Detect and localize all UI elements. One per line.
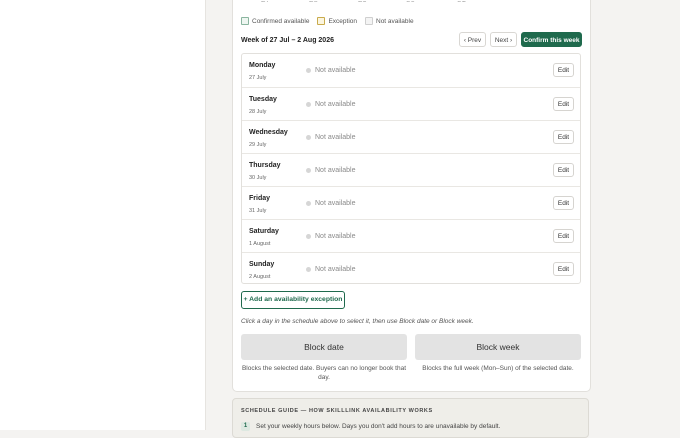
day-name: Saturday bbox=[249, 228, 279, 235]
pane-divider bbox=[205, 0, 206, 430]
day-date: 28 July bbox=[249, 109, 267, 115]
status-dot-icon bbox=[306, 102, 311, 107]
status-dot-icon bbox=[306, 267, 311, 272]
day-status: Not available bbox=[306, 233, 355, 240]
block-date-button[interactable]: Block date bbox=[241, 334, 407, 360]
calendar-day[interactable]: 29 bbox=[358, 1, 367, 4]
legend-label: Not available bbox=[376, 17, 414, 25]
day-date: 27 July bbox=[249, 75, 267, 81]
day-date: 2 August bbox=[249, 274, 271, 280]
next-week-button[interactable]: Next › bbox=[490, 32, 517, 47]
add-exception-button[interactable]: + Add an availability exception bbox=[241, 291, 345, 309]
confirm-week-button[interactable]: Confirm this week bbox=[521, 32, 582, 47]
day-row-sunday[interactable]: Sunday 2 August Not available Edit bbox=[242, 252, 580, 285]
status-dot-icon bbox=[306, 201, 311, 206]
day-status: Not available bbox=[306, 200, 355, 207]
availability-card: 27 28 29 30 31 Confirmed available Excep… bbox=[232, 0, 591, 392]
day-row-friday[interactable]: Friday 31 July Not available Edit bbox=[242, 186, 580, 219]
step-text: Set your weekly hours below. Days you do… bbox=[256, 423, 501, 430]
legend-label: Confirmed available bbox=[252, 17, 310, 25]
day-status: Not available bbox=[306, 67, 355, 74]
edit-day-button[interactable]: Edit bbox=[553, 229, 574, 243]
confirmed-swatch-icon bbox=[241, 17, 249, 25]
day-name: Monday bbox=[249, 62, 276, 69]
status-text: Not available bbox=[315, 101, 356, 108]
block-week-description: Blocks the full week (Mon–Sun) of the se… bbox=[422, 365, 574, 372]
day-status: Not available bbox=[306, 134, 355, 141]
day-row-tuesday[interactable]: Tuesday 28 July Not available Edit bbox=[242, 87, 580, 120]
day-status: Not available bbox=[306, 101, 355, 108]
block-date-description: Blocks the selected date. Buyers can no … bbox=[241, 365, 407, 381]
selection-hint: Click a day in the schedule above to sel… bbox=[241, 318, 474, 325]
day-name: Tuesday bbox=[249, 96, 277, 103]
calendar-day[interactable]: 30 bbox=[406, 1, 415, 4]
status-text: Not available bbox=[315, 266, 356, 273]
guide-title: SCHEDULE GUIDE — HOW SKILLLINK AVAILABIL… bbox=[241, 408, 433, 414]
day-date: 1 August bbox=[249, 241, 271, 247]
day-name: Thursday bbox=[249, 162, 281, 169]
status-dot-icon bbox=[306, 168, 311, 173]
block-week-button[interactable]: Block week bbox=[415, 334, 581, 360]
status-text: Not available bbox=[315, 167, 356, 174]
day-row-monday[interactable]: Monday 27 July Not available Edit bbox=[242, 54, 580, 87]
status-dot-icon bbox=[306, 68, 311, 73]
edit-day-button[interactable]: Edit bbox=[553, 130, 574, 144]
legend-item-exception: Exception bbox=[317, 17, 357, 25]
availability-legend: Confirmed available Exception Not availa… bbox=[241, 17, 414, 25]
day-date: 30 July bbox=[249, 175, 267, 181]
exception-swatch-icon bbox=[317, 17, 326, 25]
edit-day-button[interactable]: Edit bbox=[553, 262, 574, 276]
legend-item-confirmed: Confirmed available bbox=[241, 17, 309, 25]
day-row-saturday[interactable]: Saturday 1 August Not available Edit bbox=[242, 219, 580, 252]
day-name: Wednesday bbox=[249, 129, 288, 136]
calendar-day[interactable]: 31 bbox=[457, 1, 466, 4]
prev-week-button[interactable]: ‹ Prev bbox=[459, 32, 486, 47]
status-text: Not available bbox=[315, 134, 356, 141]
day-status: Not available bbox=[306, 167, 355, 174]
day-status: Not available bbox=[306, 266, 355, 273]
edit-day-button[interactable]: Edit bbox=[553, 97, 574, 111]
legend-label: Exception bbox=[328, 17, 357, 25]
schedule-guide: SCHEDULE GUIDE — HOW SKILLLINK AVAILABIL… bbox=[232, 398, 589, 438]
left-pane bbox=[0, 0, 205, 430]
calendar-days-row: 27 28 29 30 31 bbox=[261, 1, 570, 7]
week-label: Week of 27 Jul – 2 Aug 2026 bbox=[241, 37, 334, 44]
status-text: Not available bbox=[315, 233, 356, 240]
weekly-schedule: Monday 27 July Not available Edit Tuesda… bbox=[241, 53, 581, 284]
status-dot-icon bbox=[306, 234, 311, 239]
day-row-thursday[interactable]: Thursday 30 July Not available Edit bbox=[242, 153, 580, 186]
not-available-swatch-icon bbox=[365, 17, 373, 25]
edit-day-button[interactable]: Edit bbox=[553, 196, 574, 210]
edit-day-button[interactable]: Edit bbox=[553, 163, 574, 177]
day-row-wednesday[interactable]: Wednesday 29 July Not available Edit bbox=[242, 120, 580, 153]
day-date: 31 July bbox=[249, 208, 267, 214]
legend-item-not-available: Not available bbox=[365, 17, 414, 25]
status-text: Not available bbox=[315, 200, 356, 207]
status-dot-icon bbox=[306, 135, 311, 140]
day-date: 29 July bbox=[249, 142, 267, 148]
day-name: Friday bbox=[249, 195, 271, 202]
calendar-day[interactable]: 27 bbox=[261, 1, 270, 4]
day-name: Sunday bbox=[249, 261, 275, 268]
status-text: Not available bbox=[315, 67, 356, 74]
edit-day-button[interactable]: Edit bbox=[553, 63, 574, 77]
calendar-day[interactable]: 28 bbox=[309, 1, 318, 4]
